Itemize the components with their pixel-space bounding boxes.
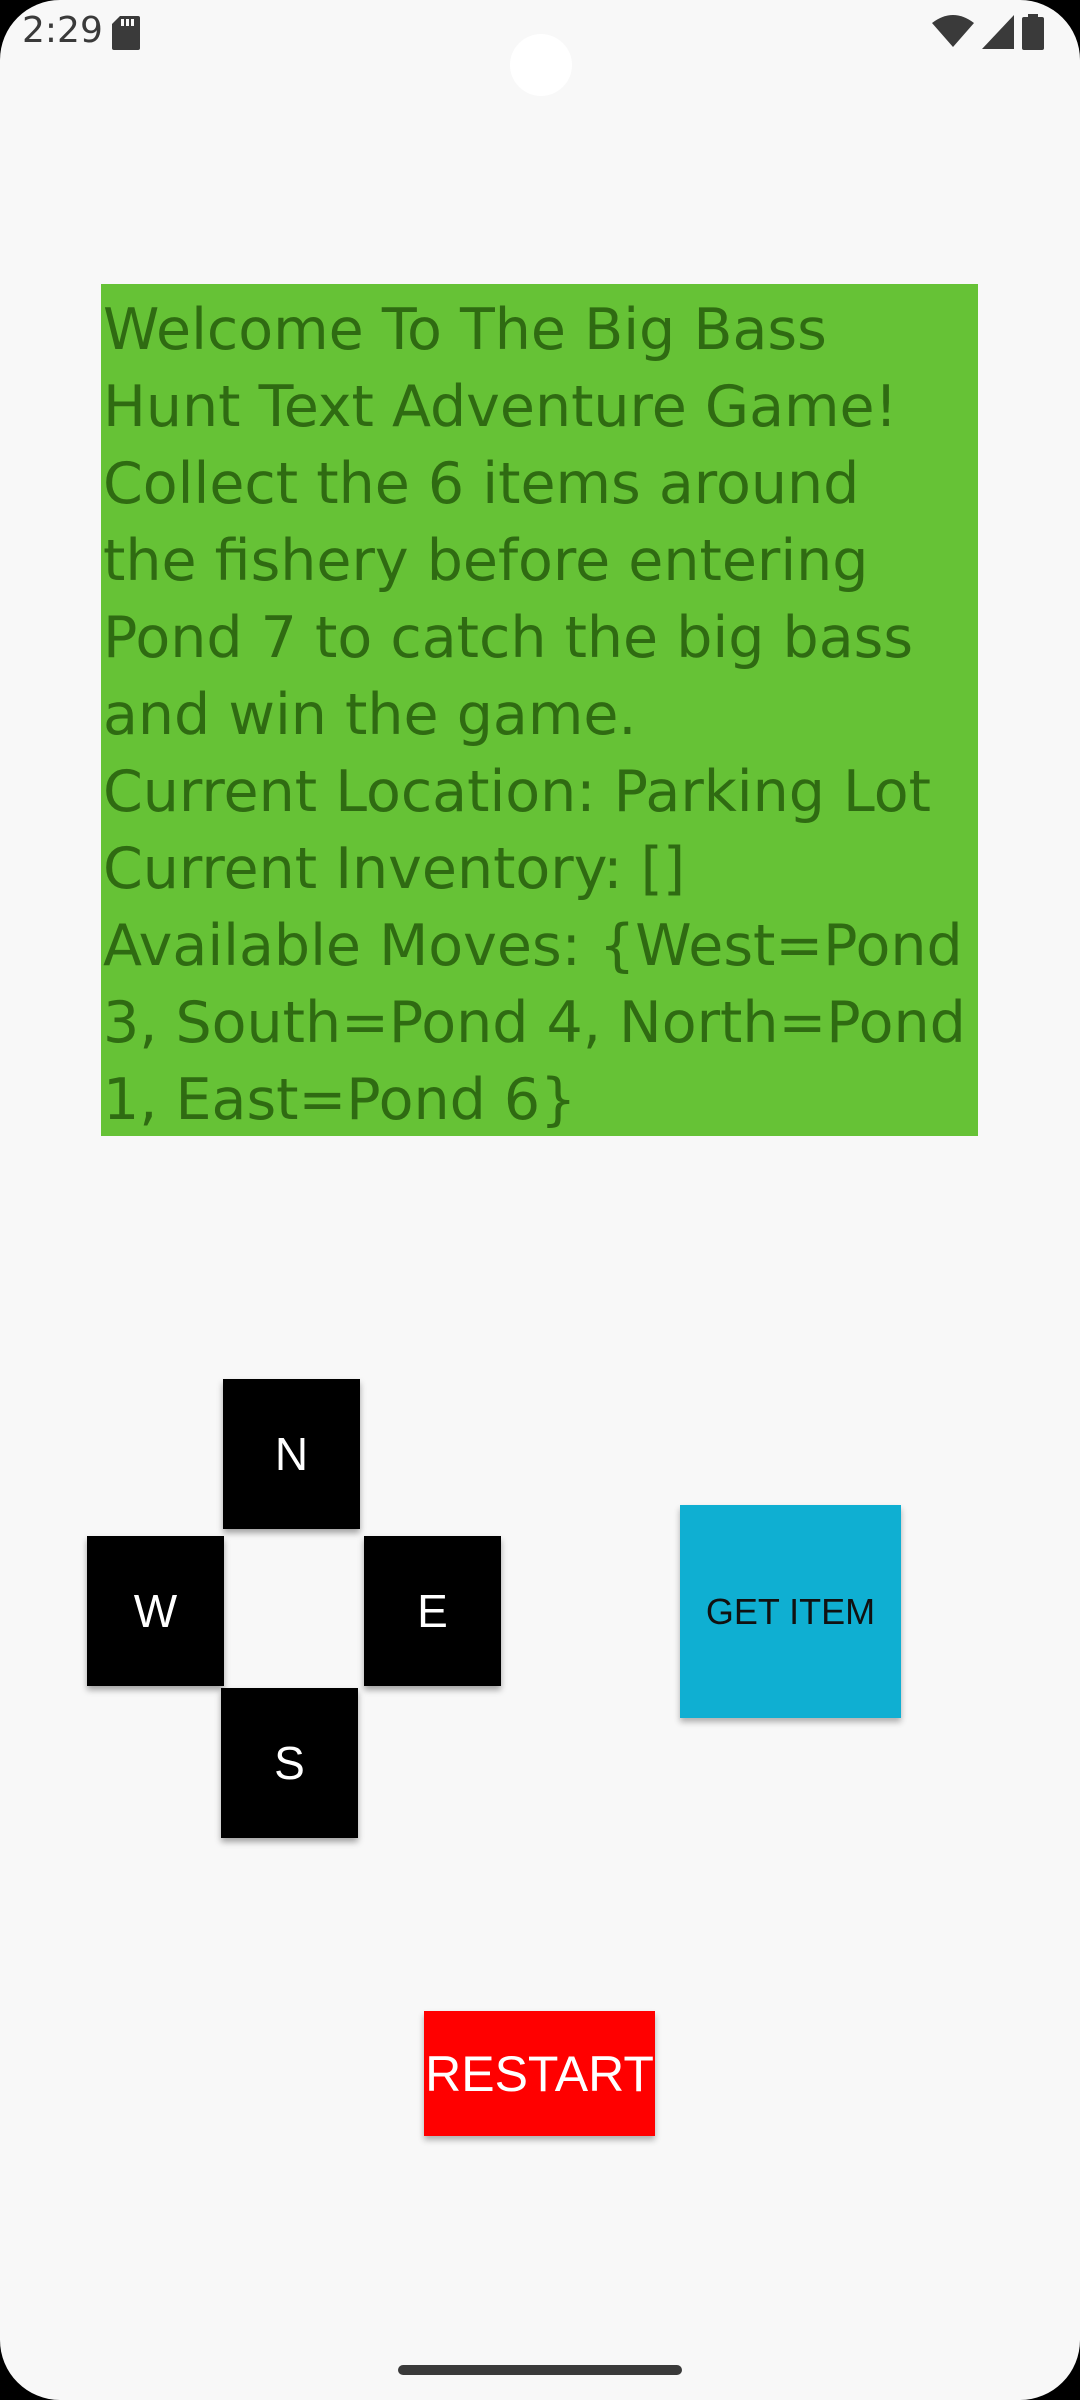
west-button[interactable]: W: [87, 1536, 224, 1686]
restart-button[interactable]: RESTART: [424, 2011, 655, 2136]
east-button[interactable]: E: [364, 1536, 501, 1686]
signal-icon: [982, 15, 1014, 49]
current-inventory-line: Current Inventory: []: [103, 836, 686, 902]
available-moves-line: 3, South=Pond 4, North=Pond: [103, 990, 966, 1056]
north-button[interactable]: N: [223, 1379, 360, 1529]
message-line: Hunt Text Adventure Game!: [103, 374, 898, 440]
status-time: 2:29: [22, 10, 103, 51]
front-camera: [510, 34, 572, 96]
sd-card-icon: [112, 16, 140, 50]
battery-icon: [1022, 14, 1044, 50]
message-line: Collect the 6 items around: [103, 451, 860, 517]
gesture-navigation-handle[interactable]: [398, 2365, 682, 2375]
available-moves-line: 1, East=Pond 6}: [103, 1067, 577, 1133]
available-moves-line: Available Moves: {West=Pond: [103, 913, 963, 979]
wifi-icon: [932, 15, 974, 47]
message-line: Pond 7 to catch the big bass: [103, 605, 914, 671]
south-button[interactable]: S: [221, 1688, 358, 1838]
message-line: and win the game.: [103, 682, 637, 748]
status-icons: [932, 14, 1044, 50]
game-message-box: Welcome To The Big Bass Hunt Text Advent…: [101, 284, 978, 1136]
message-line: Welcome To The Big Bass: [103, 297, 827, 363]
current-location-line: Current Location: Parking Lot: [103, 759, 932, 825]
app-screen: 2:29 Welcome To The Big Bass Hunt Text A…: [0, 0, 1080, 2400]
get-item-button[interactable]: GET ITEM: [680, 1505, 901, 1718]
message-line: the fishery before entering: [103, 528, 869, 594]
